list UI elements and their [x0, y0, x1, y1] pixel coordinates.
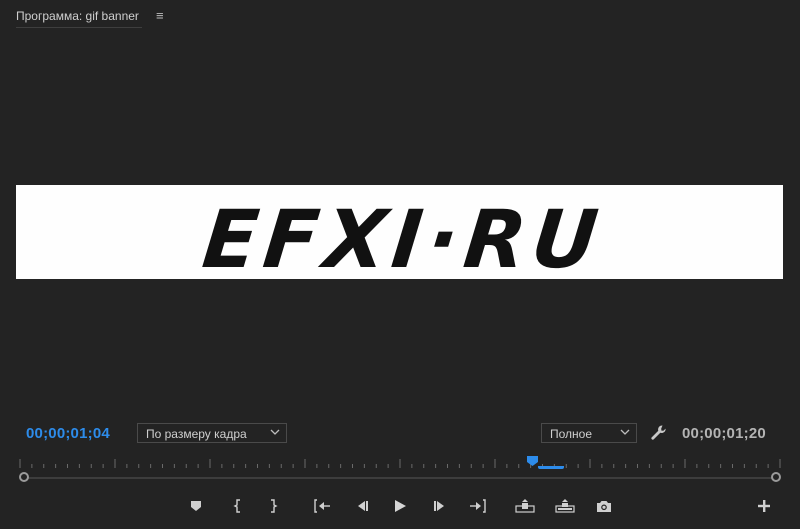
- step-back-button[interactable]: [352, 496, 372, 516]
- zoom-scroll-handle-right[interactable]: [771, 472, 781, 482]
- playback-resolution-value: Полное: [550, 427, 593, 441]
- total-duration-timecode: 00;00;01;20: [682, 425, 766, 442]
- camera-icon: [597, 501, 611, 512]
- panel-header: Программа: gif banner ≡: [0, 0, 800, 32]
- zoom-level-value: По размеру кадра: [146, 427, 247, 441]
- panel-title-underline: [16, 27, 142, 28]
- step-forward-button[interactable]: [430, 496, 450, 516]
- plus-icon: [758, 500, 770, 512]
- chevron-down-icon: [270, 429, 280, 435]
- lift-icon: [515, 499, 535, 513]
- chevron-down-icon: [620, 429, 630, 435]
- extract-button[interactable]: [555, 496, 575, 516]
- step-forward-icon: [434, 501, 444, 511]
- time-ruler[interactable]: [16, 457, 784, 471]
- panel-menu-icon[interactable]: ≡: [156, 8, 164, 23]
- playback-resolution-select[interactable]: Полное: [541, 423, 637, 443]
- extract-icon: [555, 499, 575, 513]
- panel-title[interactable]: Программа: gif banner: [16, 9, 139, 23]
- banner-text: EFXI·RU: [199, 193, 608, 279]
- play-button[interactable]: [390, 496, 410, 516]
- go-to-out-icon: [470, 499, 486, 513]
- add-marker-button[interactable]: [186, 496, 206, 516]
- mark-in-icon: [233, 499, 240, 513]
- playhead-indicator: [538, 466, 564, 469]
- go-to-out-button[interactable]: [468, 496, 488, 516]
- go-to-in-icon: [314, 499, 330, 513]
- export-frame-button[interactable]: [594, 496, 614, 516]
- step-back-icon: [358, 501, 368, 511]
- zoom-scroll-handle-left[interactable]: [19, 472, 29, 482]
- wrench-icon[interactable]: [650, 424, 668, 442]
- banner-image: EFXI·RU: [16, 185, 783, 279]
- marker-icon: [191, 501, 201, 511]
- zoom-scroll-bar[interactable]: [24, 477, 776, 479]
- mark-out-button[interactable]: [263, 496, 283, 516]
- playhead[interactable]: [527, 456, 538, 466]
- play-icon: [395, 500, 406, 512]
- current-timecode[interactable]: 00;00;01;04: [26, 425, 110, 442]
- transport-controls: [0, 492, 800, 520]
- mark-out-icon: [271, 499, 278, 513]
- zoom-level-select[interactable]: По размеру кадра: [137, 423, 287, 443]
- mark-in-button[interactable]: [228, 496, 248, 516]
- button-editor-button[interactable]: [754, 496, 774, 516]
- lift-button[interactable]: [515, 496, 535, 516]
- program-monitor-frame[interactable]: EFXI·RU: [16, 185, 783, 279]
- go-to-in-button[interactable]: [312, 496, 332, 516]
